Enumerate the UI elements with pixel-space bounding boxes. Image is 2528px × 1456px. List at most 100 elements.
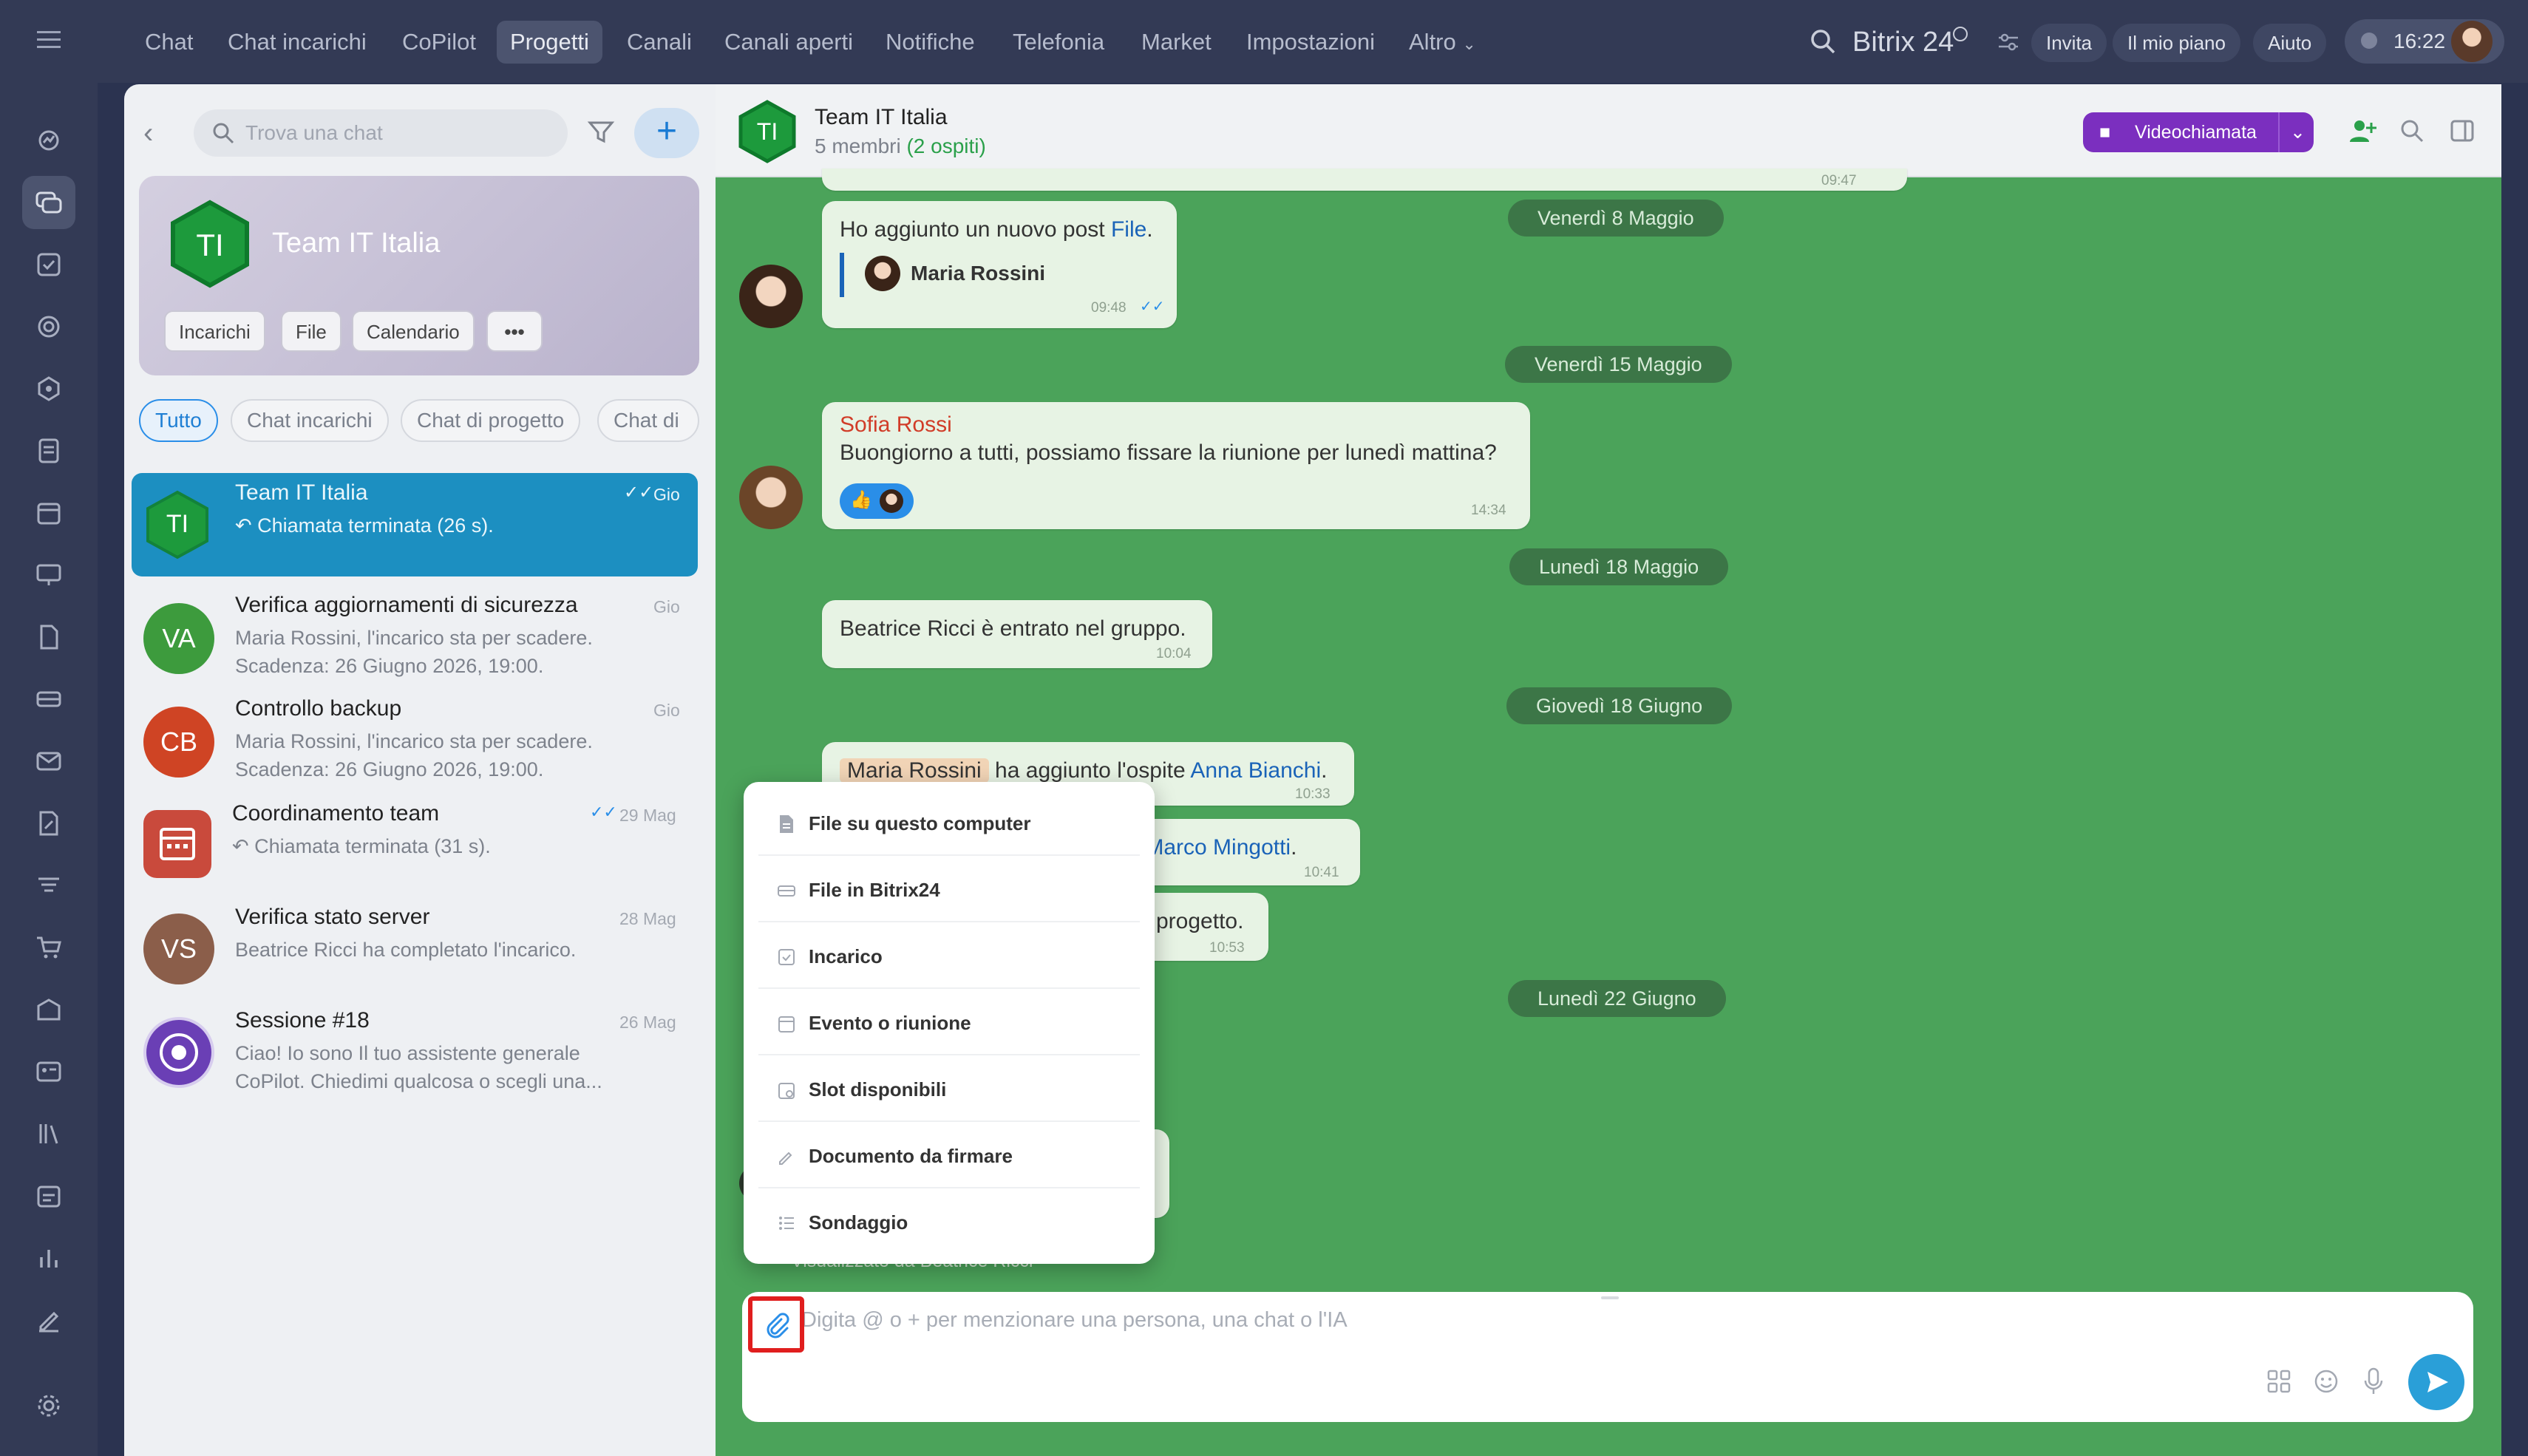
marketing-icon[interactable]	[22, 859, 75, 912]
message-input[interactable]	[801, 1308, 2132, 1353]
nav-item-canali[interactable]: Canali	[614, 21, 705, 64]
help-button[interactable]: Aiuto	[2253, 24, 2327, 62]
nav-item-chat-incarichi[interactable]: Chat incarichi	[214, 21, 380, 64]
add-member-icon[interactable]	[2348, 117, 2377, 150]
attach-event[interactable]: Evento o riunione	[758, 990, 1140, 1055]
chat-search-icon[interactable]	[2399, 118, 2425, 147]
members-count: 5 membri	[815, 135, 901, 157]
nav-item-market[interactable]: Market	[1128, 21, 1225, 64]
my-plan-button[interactable]: Il mio piano	[2113, 24, 2240, 62]
file-link[interactable]: File	[1111, 217, 1146, 242]
user-avatar[interactable]	[2451, 21, 2493, 62]
nav-item-canali-aperti[interactable]: Canali aperti	[711, 21, 866, 64]
filter-task-chats[interactable]: Chat incarichi	[231, 399, 389, 442]
nav-item-altro[interactable]: Altro ⌄	[1396, 21, 1489, 64]
nav-item-progetti[interactable]: Progetti	[497, 21, 602, 64]
chat-item-verifica-aggiornamenti[interactable]: VA Verifica aggiornamenti di sicurezza M…	[132, 587, 698, 690]
project-tasks-button[interactable]: Incarichi	[164, 310, 265, 352]
sender-avatar[interactable]	[739, 466, 803, 529]
attach-button[interactable]	[748, 1296, 804, 1353]
date-separator: Lunedì 18 Maggio	[1509, 548, 1729, 585]
mail-icon[interactable]	[22, 735, 75, 788]
nav-item-notifiche[interactable]: Notifiche	[872, 21, 988, 64]
menu-icon[interactable]	[35, 27, 62, 53]
sites-icon[interactable]	[22, 548, 75, 602]
activity-stream-icon[interactable]	[22, 114, 75, 167]
chat-item-sessione-18[interactable]: Sessione #18 Ciao! Io sono Il tuo assist…	[132, 1001, 698, 1104]
chat-header-avatar[interactable]: TI	[735, 99, 800, 164]
message-text: Buongiorno a tutti, possiamo fissare la …	[840, 440, 1497, 465]
sidebar-toggle-icon[interactable]	[2450, 118, 2475, 147]
filter-icon[interactable]	[587, 118, 615, 150]
mention-user[interactable]: Maria Rossini	[840, 758, 989, 783]
message-time: 10:41	[1304, 865, 1339, 880]
quoted-user-name[interactable]: Maria Rossini	[911, 262, 1045, 285]
signature-icon[interactable]	[22, 1293, 75, 1347]
back-arrow-icon[interactable]: ‹	[143, 117, 153, 150]
attach-document-sign[interactable]: Documento da firmare	[758, 1123, 1140, 1188]
attach-poll[interactable]: Sondaggio	[758, 1190, 1140, 1255]
project-avatar[interactable]: TI	[166, 200, 254, 288]
nav-item-impostazioni[interactable]: Impostazioni	[1233, 21, 1388, 64]
chat-search-input[interactable]	[245, 109, 556, 157]
project-more-button[interactable]: •••	[486, 310, 543, 352]
chat-item-controllo-backup[interactable]: CB Controllo backup Maria Rossini, l'inc…	[132, 690, 698, 794]
project-files-button[interactable]: File	[281, 310, 342, 352]
message-composer	[742, 1292, 2473, 1422]
apps-grid-icon[interactable]	[2266, 1369, 2291, 1398]
attach-file-computer[interactable]: File su questo computer	[758, 791, 1140, 856]
invite-button[interactable]: Invita	[2031, 24, 2107, 62]
automation-icon[interactable]	[22, 362, 75, 415]
chat-header-title[interactable]: Team IT Italia	[815, 105, 948, 130]
chat-item-verifica-stato-server[interactable]: VS Verifica stato server Beatrice Ricci …	[132, 897, 698, 1001]
filter-project-chats[interactable]: Chat di progetto	[401, 399, 581, 442]
chat-header-members[interactable]: 5 membri (2 ospiti)	[815, 135, 986, 158]
nav-item-telefonia[interactable]: Telefonia	[999, 21, 1118, 64]
attach-slots[interactable]: Slot disponibili	[758, 1057, 1140, 1122]
microphone-icon[interactable]	[2362, 1367, 2385, 1399]
reaction-badge[interactable]: 👍	[840, 483, 914, 519]
send-button[interactable]	[2408, 1354, 2464, 1410]
resize-handle[interactable]	[1601, 1296, 1619, 1299]
chat-search-box[interactable]	[194, 109, 568, 157]
tasks-icon[interactable]	[22, 238, 75, 291]
attach-file-bitrix24[interactable]: File in Bitrix24	[758, 857, 1140, 922]
crm-icon[interactable]	[22, 300, 75, 353]
message-author[interactable]: Sofia Rossi	[840, 412, 952, 438]
shop-cart-icon[interactable]	[22, 921, 75, 974]
emoji-icon[interactable]	[2314, 1369, 2339, 1398]
filter-more-chats[interactable]: Chat di	[597, 399, 699, 442]
documents-icon[interactable]	[22, 424, 75, 477]
search-icon[interactable]	[1810, 28, 1836, 58]
guest-link[interactable]: Marco Mingotti	[1145, 835, 1291, 860]
attach-task[interactable]: Incarico	[758, 924, 1140, 989]
video-call-button[interactable]: ■ Videochiamata ⌄	[2083, 112, 2314, 152]
nav-item-copilot[interactable]: CoPilot	[389, 21, 489, 64]
message-time: 10:53	[1209, 940, 1245, 956]
contact-center-icon[interactable]	[22, 1045, 75, 1098]
knowledge-icon[interactable]	[22, 610, 75, 664]
guest-link[interactable]: Anna Bianchi	[1190, 758, 1321, 783]
sign-icon[interactable]	[22, 797, 75, 850]
inventory-icon[interactable]	[22, 983, 75, 1036]
sliders-icon[interactable]	[1997, 31, 2019, 57]
new-chat-button[interactable]: +	[634, 108, 699, 158]
library-icon[interactable]	[22, 1107, 75, 1160]
filter-all[interactable]: Tutto	[139, 399, 218, 442]
planner-icon[interactable]	[22, 1169, 75, 1222]
chat-item-coordinamento-team[interactable]: Coordinamento team ↶ Chiamata terminata …	[132, 794, 698, 897]
slots-calendar-icon	[778, 1083, 795, 1099]
messenger-icon[interactable]	[22, 176, 75, 229]
nav-item-chat[interactable]: Chat	[132, 21, 206, 64]
drive-icon[interactable]	[22, 673, 75, 726]
project-calendar-button[interactable]: Calendario	[352, 310, 475, 352]
video-call-label: Videochiamata	[2135, 122, 2257, 143]
calendar-icon[interactable]	[22, 486, 75, 540]
analytics-icon[interactable]	[22, 1231, 75, 1285]
send-arrow-icon	[2427, 1372, 2448, 1392]
sender-avatar[interactable]	[739, 265, 803, 328]
chat-item-team-it-italia[interactable]: TI Team IT Italia ↶ Chiamata terminata (…	[132, 473, 698, 576]
video-camera-icon: ■	[2099, 122, 2111, 143]
settings-gear-icon[interactable]	[22, 1379, 75, 1432]
chevron-down-icon[interactable]: ⌄	[2278, 112, 2306, 152]
